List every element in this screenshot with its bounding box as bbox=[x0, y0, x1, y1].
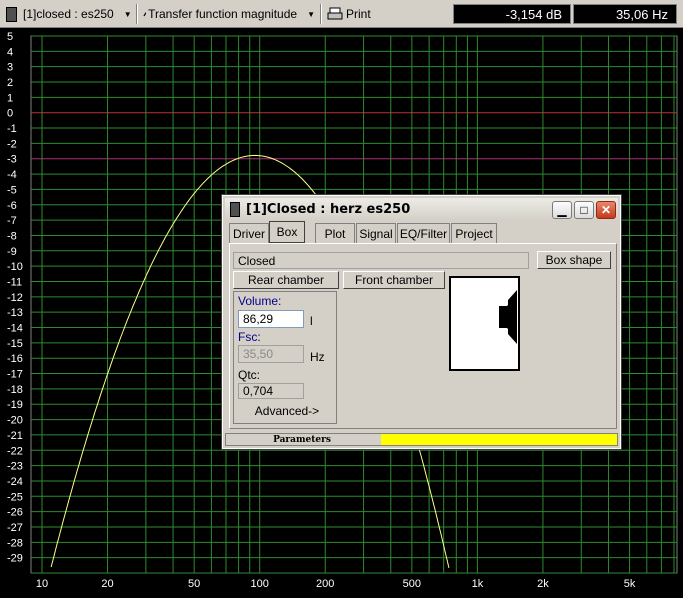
y-tick-label: -20 bbox=[7, 415, 23, 427]
tab-plot[interactable]: Plot bbox=[315, 223, 355, 243]
dialog-titlebar[interactable]: [1]Closed : herz es250 ▁ □ ✕ bbox=[225, 198, 618, 220]
y-tick-label: -17 bbox=[7, 369, 23, 381]
advanced-button[interactable]: Advanced-> bbox=[254, 403, 320, 419]
wave-icon bbox=[143, 11, 147, 17]
y-tick-label: -14 bbox=[7, 323, 23, 335]
x-tick-label: 1k bbox=[472, 578, 484, 590]
x-tick-label: 5k bbox=[624, 578, 636, 590]
qtc-value: 0,704 bbox=[238, 383, 304, 399]
y-tick-label: -15 bbox=[7, 338, 23, 350]
x-tick-label: 10 bbox=[36, 578, 48, 590]
y-tick-label: -9 bbox=[7, 246, 17, 258]
status-fill bbox=[381, 434, 617, 445]
y-tick-label: -4 bbox=[7, 169, 17, 181]
printer-icon bbox=[327, 7, 343, 20]
y-tick-label: -25 bbox=[7, 491, 23, 503]
tab-eq-filter[interactable]: EQ/Filter bbox=[397, 223, 450, 243]
x-tick-label: 200 bbox=[316, 578, 334, 590]
tab-driver[interactable]: Driver bbox=[229, 223, 269, 243]
document-icon bbox=[6, 6, 17, 22]
y-tick-label: -21 bbox=[7, 430, 23, 442]
y-tick-label: -18 bbox=[7, 384, 23, 396]
parameters-group: Volume: 86,29 l Fsc: 35,50 Hz Qtc: 0,704… bbox=[233, 291, 337, 424]
view-select[interactable]: Transfer function magnitude ▼ bbox=[143, 3, 315, 25]
y-tick-label: -28 bbox=[7, 537, 23, 549]
y-tick-label: -12 bbox=[7, 292, 23, 304]
minimize-button[interactable]: ▁ bbox=[552, 201, 572, 219]
front-chamber-button[interactable]: Front chamber bbox=[343, 271, 445, 289]
y-tick-label: -7 bbox=[7, 215, 17, 227]
y-tick-label: 3 bbox=[7, 62, 13, 74]
toolbar: [1]closed : es250 ▼ Transfer function ma… bbox=[0, 0, 683, 28]
x-tick-label: 2k bbox=[537, 578, 549, 590]
y-tick-label: -6 bbox=[7, 200, 17, 212]
y-tick-label: -8 bbox=[7, 230, 17, 242]
volume-input[interactable]: 86,29 bbox=[238, 310, 304, 328]
y-tick-label: -27 bbox=[7, 522, 23, 534]
y-tick-label: -26 bbox=[7, 507, 23, 519]
design-select-value: [1]closed : es250 bbox=[23, 7, 114, 21]
fsc-label: Fsc: bbox=[238, 330, 261, 344]
y-tick-label: 5 bbox=[7, 31, 13, 43]
box-panel: Closed Box shape Rear chamber Front cham… bbox=[229, 243, 617, 429]
chevron-down-icon: ▼ bbox=[123, 9, 132, 19]
tab-project[interactable]: Project bbox=[451, 223, 497, 243]
x-tick-label: 50 bbox=[188, 578, 200, 590]
fsc-unit: Hz bbox=[310, 350, 325, 364]
y-tick-label: -24 bbox=[7, 476, 23, 488]
x-tick-label: 500 bbox=[403, 578, 421, 590]
volume-label: Volume: bbox=[238, 294, 282, 308]
toolbar-separator bbox=[320, 4, 322, 24]
design-select[interactable]: [1]closed : es250 ▼ bbox=[6, 3, 132, 25]
y-tick-label: -13 bbox=[7, 307, 23, 319]
close-button[interactable]: ✕ bbox=[596, 201, 616, 219]
box-shape-button[interactable]: Box shape bbox=[537, 251, 611, 269]
y-tick-label: -22 bbox=[7, 445, 23, 457]
volume-unit: l bbox=[310, 314, 313, 328]
y-tick-label: 0 bbox=[7, 108, 13, 120]
y-tick-label: -10 bbox=[7, 261, 23, 273]
hz-readout: 35,06 Hz bbox=[573, 4, 677, 24]
x-tick-label: 100 bbox=[251, 578, 269, 590]
status-label: Parameters bbox=[273, 434, 331, 445]
y-tick-label: -11 bbox=[7, 276, 22, 288]
y-tick-label: -29 bbox=[7, 553, 23, 565]
fsc-input[interactable]: 35,50 bbox=[238, 345, 304, 363]
y-tick-label: -16 bbox=[7, 353, 23, 365]
speaker-icon bbox=[230, 201, 240, 217]
minimize-icon: ▁ bbox=[557, 203, 567, 217]
tab-signal[interactable]: Signal bbox=[356, 223, 396, 243]
box-shape-preview bbox=[449, 276, 520, 371]
status-bar: Parameters bbox=[225, 433, 618, 446]
box-type-field: Closed bbox=[233, 252, 529, 269]
rear-chamber-button[interactable]: Rear chamber bbox=[233, 271, 339, 289]
chevron-down-icon: ▼ bbox=[307, 9, 315, 19]
y-tick-label: -1 bbox=[7, 123, 17, 135]
y-tick-label: 4 bbox=[7, 46, 13, 58]
print-label: Print bbox=[346, 7, 371, 21]
maximize-button[interactable]: □ bbox=[574, 201, 594, 219]
y-tick-label: -5 bbox=[7, 184, 17, 196]
close-icon: ✕ bbox=[600, 203, 612, 217]
db-readout: -3,154 dB bbox=[453, 4, 571, 24]
y-tick-label: 2 bbox=[7, 77, 13, 89]
closed-box-dialog: [1]Closed : herz es250 ▁ □ ✕ Driver Box … bbox=[221, 194, 622, 450]
y-tick-label: -19 bbox=[7, 399, 23, 411]
dialog-title: [1]Closed : herz es250 bbox=[246, 201, 411, 217]
print-button[interactable]: Print bbox=[327, 3, 387, 25]
x-tick-label: 20 bbox=[101, 578, 113, 590]
toolbar-separator bbox=[136, 4, 138, 24]
qtc-label: Qtc: bbox=[238, 368, 261, 382]
y-tick-label: -3 bbox=[7, 154, 17, 166]
y-tick-label: 1 bbox=[7, 92, 13, 104]
view-select-value: Transfer function magnitude bbox=[148, 7, 298, 21]
y-tick-label: -2 bbox=[7, 138, 17, 150]
maximize-icon: □ bbox=[580, 203, 588, 217]
y-tick-label: -23 bbox=[7, 461, 23, 473]
tab-box[interactable]: Box bbox=[269, 221, 305, 243]
